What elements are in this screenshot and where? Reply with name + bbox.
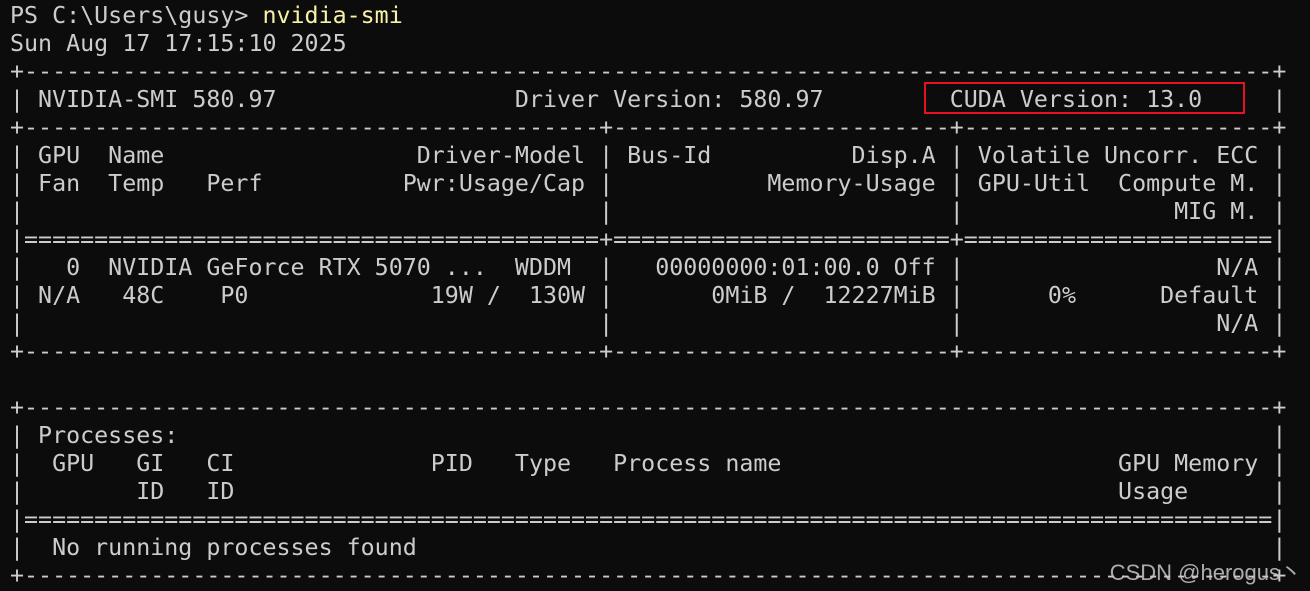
gpu-table-header-1: | GPU Name Driver-Model | Bus-Id Disp.A …: [10, 142, 1287, 169]
prompt-line: PS C:\Users\gusy> nvidia-smi: [10, 2, 1310, 30]
gpu-table-row-1: | 0 NVIDIA GeForce RTX 5070 ... WDDM | 0…: [10, 254, 1287, 281]
smi-header-line: | NVIDIA-SMI 580.97 Driver Version: 580.…: [10, 86, 1287, 113]
processes-header-1: | GPU GI CI PID Type Process name GPU Me…: [10, 450, 1287, 477]
processes-title: | Processes: |: [10, 422, 1287, 449]
processes-sep-double: |=======================================…: [10, 506, 1287, 533]
gpu-table-row-2: | N/A 48C P0 19W / 130W | 0MiB / 12227Mi…: [10, 282, 1287, 309]
timestamp: Sun Aug 17 17:15:10 2025: [10, 30, 347, 57]
gpu-table-row-3: | | | N/A |: [10, 310, 1287, 337]
smi-header-border-top: +---------------------------------------…: [10, 58, 1287, 85]
processes-border-top: +---------------------------------------…: [10, 394, 1287, 421]
gpu-table-sep-bottom: +---------------------------------------…: [10, 338, 1287, 365]
command-text: nvidia-smi: [262, 2, 403, 29]
gpu-table-sep-top: +---------------------------------------…: [10, 114, 1287, 141]
gpu-table-header-2: | Fan Temp Perf Pwr:Usage/Cap | Memory-U…: [10, 170, 1287, 197]
prompt-path: PS C:\Users\gusy>: [10, 2, 263, 29]
watermark: CSDN @herogus丶: [1109, 560, 1302, 585]
gpu-table-header-3: | | | MIG M. |: [10, 198, 1287, 225]
gpu-table-sep-double: |=======================================…: [10, 226, 1287, 253]
processes-header-2: | ID ID Usage |: [10, 478, 1287, 505]
terminal-window[interactable]: PS C:\Users\gusy> nvidia-smi Sun Aug 17 …: [10, 2, 1310, 591]
